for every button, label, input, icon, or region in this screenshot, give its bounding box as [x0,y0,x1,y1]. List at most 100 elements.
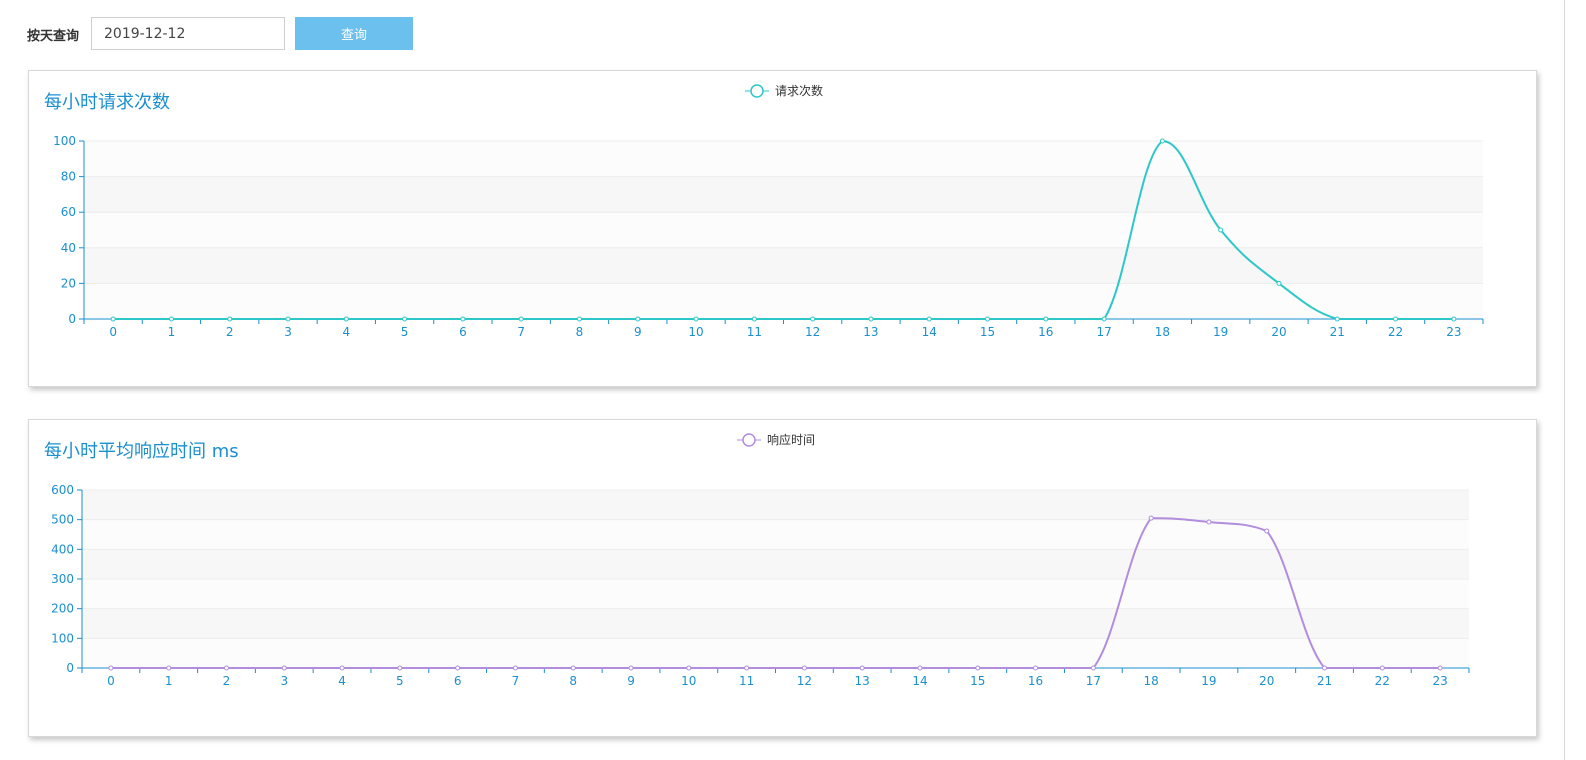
data-point [1437,665,1443,671]
grid-band [82,638,1469,668]
x-tick-label: 15 [970,674,985,688]
data-point [628,665,634,671]
data-point [686,665,692,671]
data-point [402,316,408,322]
y-tick-label: 0 [68,312,76,326]
data-point [1379,665,1385,671]
data-point [110,316,116,322]
data-point [512,665,518,671]
data-point [570,665,576,671]
data-point [576,316,582,322]
x-tick-label: 21 [1330,325,1345,339]
x-tick-label: 7 [512,674,520,688]
data-point [810,316,816,322]
x-tick-label: 3 [280,674,288,688]
legend-label: 请求次数 [775,83,823,98]
x-tick-label: 16 [1038,325,1053,339]
hourly-requests-chart: 0204060801000 1 2 3 4 5 6 7 8 9 10 11 12 13 14 15 16 17 18… [53,83,1484,339]
x-tick-label: 9 [627,674,635,688]
x-tick-label: 0 [107,674,115,688]
x-tick-label: 2 [226,325,234,339]
data-point [1393,316,1399,322]
x-tick-label: 19 [1201,674,1216,688]
data-point [460,316,466,322]
grid-band [82,490,1469,520]
x-tick-label: 0 [109,325,117,339]
y-tick-label: 100 [51,631,74,645]
x-tick-label: 17 [1086,674,1101,688]
y-tick-label: 60 [61,205,76,219]
x-tick-label: 23 [1446,325,1461,339]
x-tick-label: 1 [165,674,173,688]
grid-band [84,141,1483,177]
data-point [166,665,172,671]
data-point [108,665,114,671]
x-tick-label: 18 [1155,325,1170,339]
x-tick-label: 16 [1028,674,1043,688]
grid-band [82,549,1469,579]
data-point [1148,515,1154,521]
y-tick-label: 100 [53,134,76,148]
data-point [859,665,865,671]
y-tick-label: 400 [51,542,74,556]
x-tick-label: 5 [401,325,409,339]
x-tick-label: 6 [454,674,462,688]
y-tick-label: 500 [51,513,74,527]
grid-band [84,212,1483,248]
x-tick-label: 2 [223,674,231,688]
query-button[interactable]: 查询 [295,17,413,50]
y-tick-label: 40 [61,241,76,255]
hourly-response-time-chart: 01002003004005006000 1 2 3 4 5 6 7 8 9 10 11 12 13 14 1… [51,432,1470,688]
data-point [926,316,932,322]
data-point [1334,316,1340,322]
x-tick-label: 22 [1375,674,1390,688]
x-tick-label: 1 [168,325,176,339]
y-tick-label: 600 [51,483,74,497]
data-point [1206,519,1212,525]
data-point [343,316,349,322]
data-point [1264,528,1270,534]
data-point [985,316,991,322]
data-point [801,665,807,671]
grid-band [84,176,1483,213]
data-point [281,665,287,671]
x-tick-label: 17 [1096,325,1111,339]
data-point [1451,316,1457,322]
legend-label: 响应时间 [767,432,815,447]
x-tick-label: 11 [747,325,762,339]
grid-band [82,579,1469,609]
x-tick-label: 14 [922,325,937,339]
date-input[interactable] [91,17,285,50]
x-tick-label: 7 [517,325,525,339]
grid-band [84,283,1483,319]
grid-band [82,608,1469,639]
data-point [917,665,923,671]
x-tick-label: 12 [797,674,812,688]
x-tick-label: 4 [338,674,346,688]
legend-marker [750,84,764,98]
hourly-requests-panel: 每小时请求次数 0 20 40 60 80 100 0 1 2 3 4 5 6 7 8 9 10 11 12 13 14… [28,70,1537,387]
x-tick-label: 4 [342,325,350,339]
data-point [223,665,229,671]
x-tick-label: 12 [805,325,820,339]
x-tick-label: 3 [284,325,292,339]
x-tick-label: 20 [1271,325,1286,339]
x-tick-label: 22 [1388,325,1403,339]
data-point [1101,316,1107,322]
data-point [227,316,233,322]
data-point [975,665,981,671]
y-tick-label: 20 [61,276,76,290]
data-point [744,665,750,671]
y-tick-label: 200 [51,602,74,616]
query-by-day-label: 按天查询 [27,29,80,44]
data-point [1159,138,1165,144]
x-tick-label: 13 [855,674,870,688]
x-tick-label: 20 [1259,674,1274,688]
x-tick-label: 13 [863,325,878,339]
x-tick-label: 21 [1317,674,1332,688]
x-tick-label: 8 [569,674,577,688]
data-point [1090,665,1096,671]
x-tick-label: 15 [980,325,995,339]
page-divider [1564,0,1565,760]
x-tick-label: 9 [634,325,642,339]
